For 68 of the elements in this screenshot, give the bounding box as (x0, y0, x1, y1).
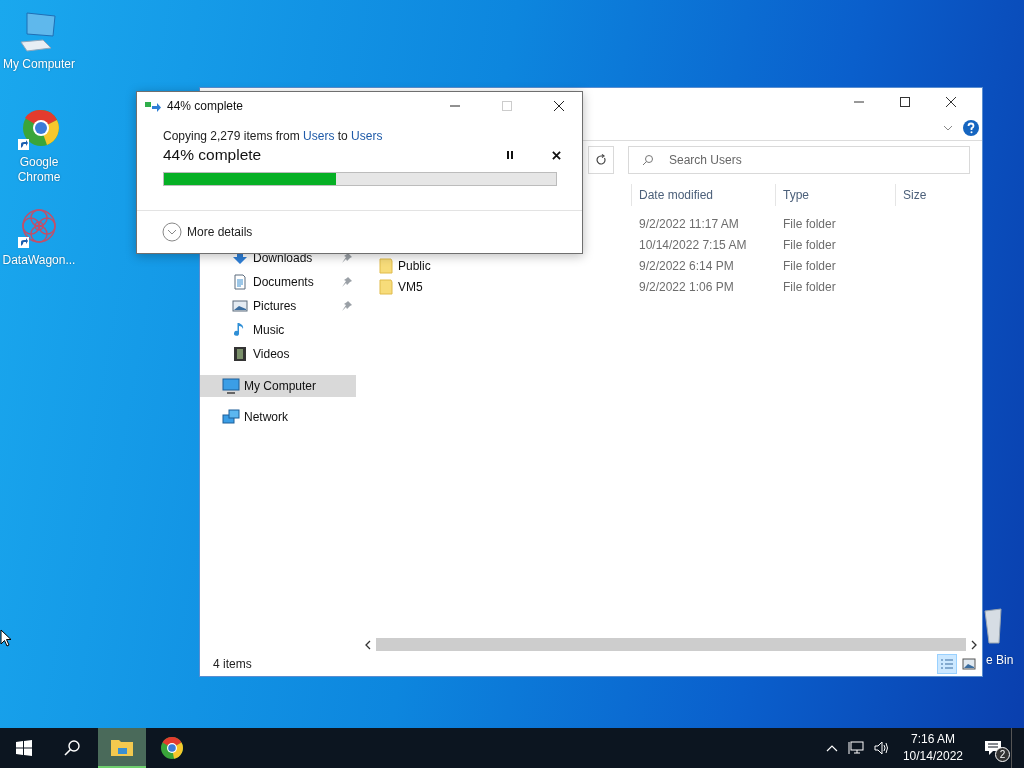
cursor-icon (0, 629, 12, 647)
file-name[interactable]: VM5 (398, 279, 423, 294)
icon-label: My Computer (2, 57, 76, 72)
nav-item[interactable]: Videos (200, 342, 356, 366)
network-icon[interactable] (847, 741, 864, 755)
type-cell-text: File folder (782, 237, 837, 252)
refresh-icon (595, 154, 607, 166)
chevron-circle-icon (162, 222, 182, 242)
maximize-icon (502, 101, 512, 111)
pause-icon (506, 150, 514, 160)
column-header[interactable]: Size (895, 184, 975, 206)
maximize-icon (900, 97, 910, 107)
copy-icon (145, 100, 161, 112)
item-count: 4 items (213, 657, 253, 671)
nav-item[interactable]: Music (200, 318, 356, 342)
scroll-right-icon[interactable] (970, 639, 978, 650)
close-icon (946, 97, 956, 107)
list-icon (940, 658, 954, 670)
date-cell-text: 9/2/2022 1:06 PM (638, 279, 735, 294)
file-name[interactable]: Public (398, 258, 431, 273)
browser-icon (160, 736, 184, 760)
search-icon (64, 740, 80, 756)
more-details-button[interactable]: More details (162, 222, 253, 242)
image-icon (962, 658, 976, 670)
nav-item[interactable]: Network (200, 406, 356, 428)
nav-item[interactable]: Pictures (200, 294, 356, 318)
source-link[interactable]: Users (303, 129, 335, 143)
folder-icon (379, 278, 393, 295)
date-cell-text: 9/2/2022 6:14 PM (638, 258, 735, 273)
chevron-down-icon[interactable] (943, 125, 953, 131)
folder-icon (379, 257, 393, 274)
search-icon (642, 154, 654, 166)
clock[interactable]: 7:16 AM 10/14/2022 (902, 731, 963, 765)
browser-icon[interactable] (17, 108, 61, 152)
destination-link[interactable]: Users (351, 129, 383, 143)
progress-text: 44% complete (163, 146, 263, 164)
pictures-icon (232, 298, 248, 314)
date-cell-text: 9/2/2022 11:17 AM (638, 216, 740, 231)
column-header[interactable]: Type (775, 184, 895, 206)
monitor-icon (222, 378, 240, 394)
nav-item[interactable]: Documents (200, 270, 356, 294)
icon-label: DataWagon... (1, 253, 77, 268)
network-icon (222, 409, 240, 425)
scroll-left-icon[interactable] (364, 639, 372, 650)
notifications-button[interactable]: 2 (975, 728, 1012, 768)
file-explorer-button[interactable] (98, 728, 146, 768)
column-header[interactable]: Date modified (631, 184, 775, 206)
close-icon (551, 150, 561, 160)
type-cell-text: File folder (782, 216, 837, 231)
dialog-title: 44% complete (167, 99, 244, 113)
chevron-up-icon[interactable] (825, 744, 838, 752)
search-field[interactable]: Search Users (628, 146, 970, 174)
help-icon[interactable] (963, 120, 979, 136)
close-icon (554, 101, 564, 111)
type-cell-text: File folder (782, 279, 837, 294)
refresh-button[interactable] (588, 146, 614, 174)
copy-message: Copying 2,279 items from Users to Users (163, 128, 384, 144)
speaker-icon[interactable] (873, 741, 890, 755)
windows-icon (16, 740, 32, 756)
nav-item[interactable]: My Computer (200, 375, 356, 397)
folder-icon (110, 737, 134, 757)
icon-label: e Bin (986, 653, 1014, 668)
videos-icon (232, 346, 248, 362)
type-cell-text: File folder (782, 258, 837, 273)
icon-label: Google Chrome (16, 155, 62, 185)
scrollbar-thumb[interactable] (376, 638, 966, 651)
documents-icon (232, 274, 248, 290)
date-cell-text: 10/14/2022 7:15 AM (638, 237, 748, 252)
